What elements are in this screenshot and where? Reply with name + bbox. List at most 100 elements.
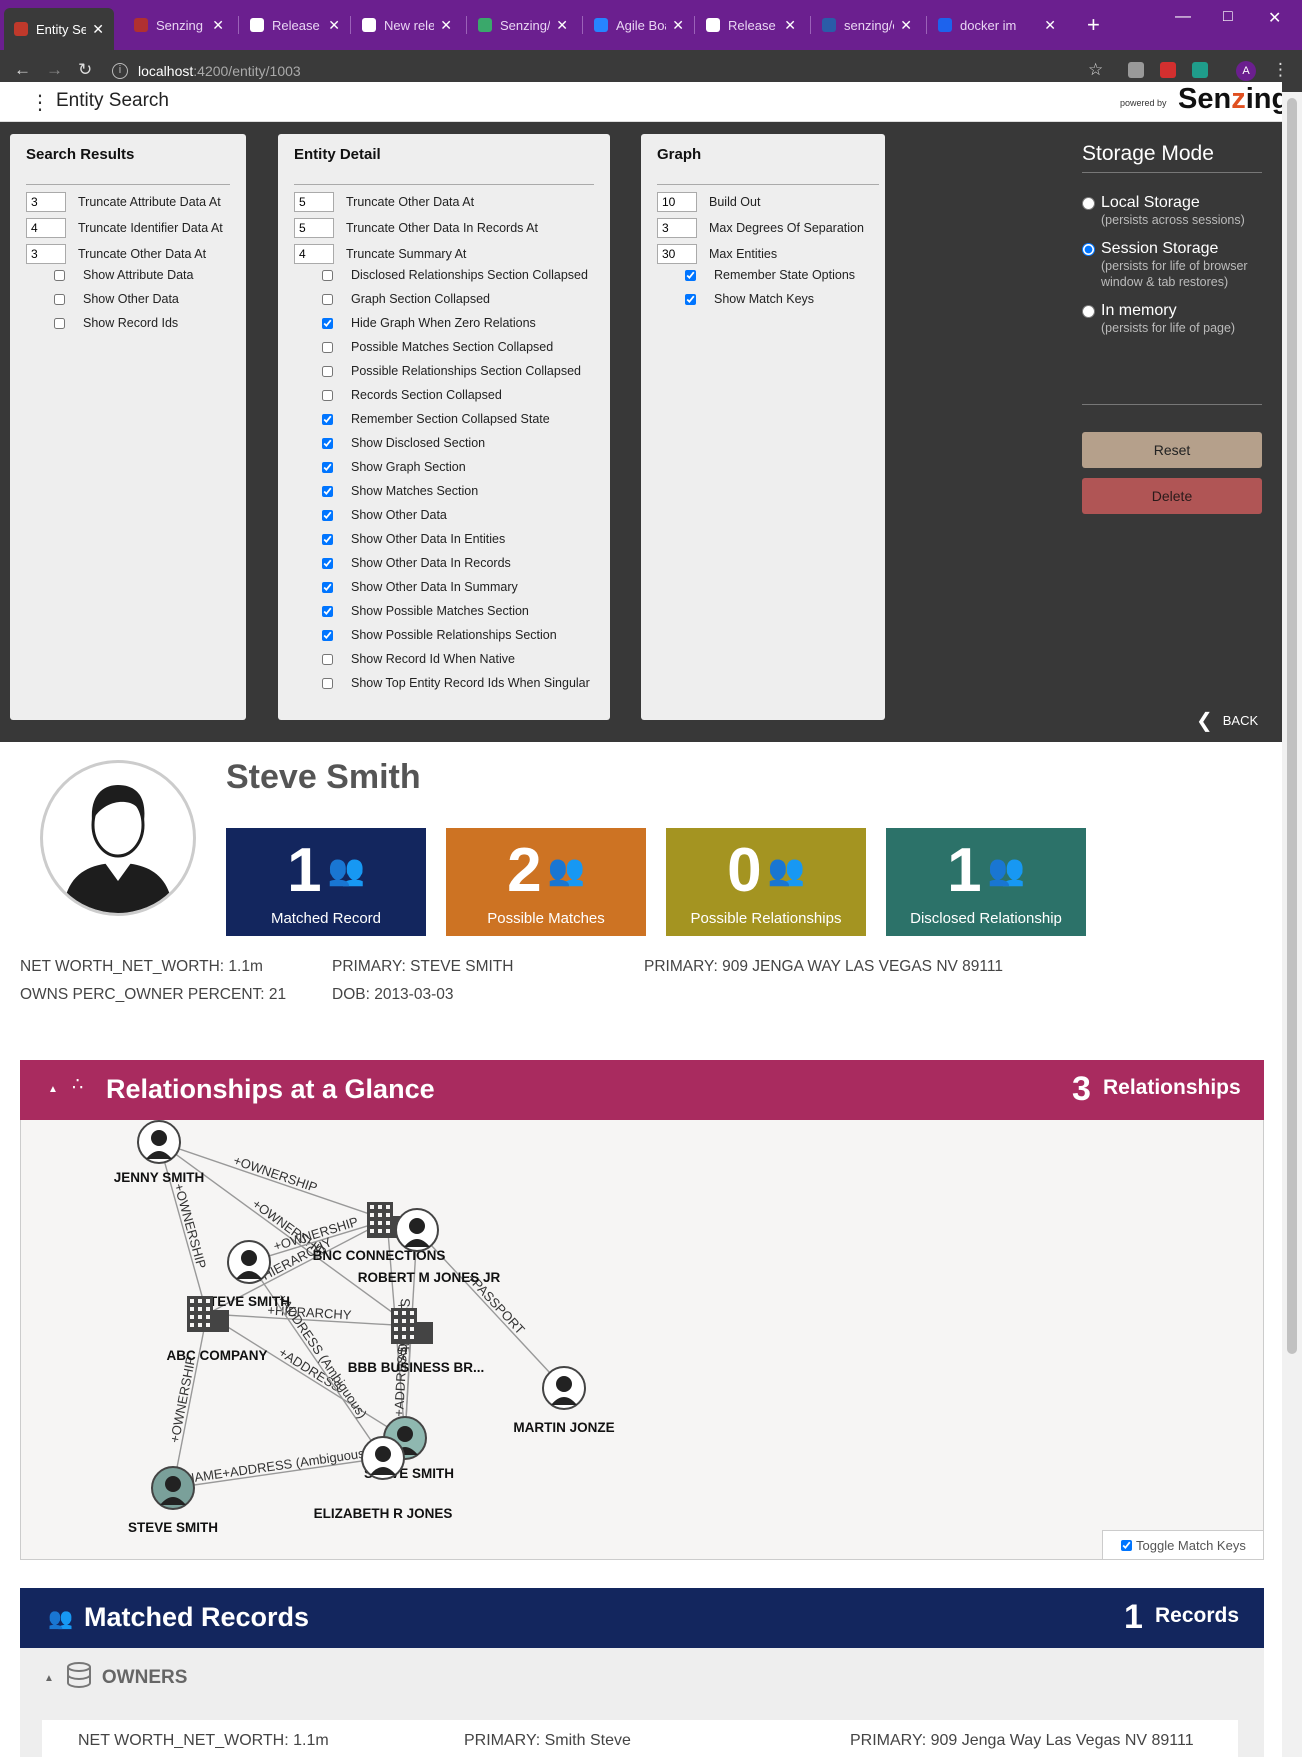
checkbox-setting[interactable]: Show Other Data In Entities: [322, 532, 505, 546]
toggle-match-keys[interactable]: Toggle Match Keys: [1102, 1530, 1264, 1560]
tab-close-icon[interactable]: ✕: [92, 21, 104, 38]
tab-close-icon[interactable]: ✕: [556, 17, 568, 34]
maximize-icon[interactable]: □: [1223, 8, 1233, 26]
browser-tab[interactable]: senzing/e ✕: [812, 8, 922, 42]
checkbox[interactable]: [322, 413, 333, 425]
checkbox-setting[interactable]: Show Disclosed Section: [322, 436, 485, 450]
tab-close-icon[interactable]: ✕: [900, 17, 912, 34]
checkbox-setting[interactable]: Possible Matches Section Collapsed: [322, 340, 553, 354]
checkbox-setting[interactable]: Disclosed Relationships Section Collapse…: [322, 268, 588, 282]
checkbox-setting[interactable]: Show Other Data In Summary: [322, 580, 518, 594]
checkbox[interactable]: [322, 389, 333, 401]
tab-close-icon[interactable]: ✕: [1044, 17, 1056, 34]
minimize-icon[interactable]: —: [1175, 8, 1191, 26]
browser-tab[interactable]: Senzing S ✕: [124, 8, 234, 42]
site-info-icon[interactable]: i: [112, 63, 128, 79]
graph-node[interactable]: BBB BUSINESS BR...: [348, 1308, 485, 1375]
checkbox-setting[interactable]: Show Record Id When Native: [322, 652, 515, 666]
radio-session-storage-input[interactable]: [1082, 243, 1095, 256]
checkbox[interactable]: [322, 485, 333, 497]
toggle-match-keys-checkbox[interactable]: [1121, 1539, 1132, 1551]
reset-button[interactable]: Reset: [1082, 432, 1262, 468]
new-tab-button[interactable]: +: [1087, 12, 1100, 38]
radio-local-storage-input[interactable]: [1082, 197, 1095, 210]
relationship-graph[interactable]: +OWNERSHIP +OWNERSHIP +OWNERSHIP +OWNERSHIP…: [20, 1120, 1264, 1560]
checkbox-setting[interactable]: Show Possible Matches Section: [322, 604, 529, 618]
radio-in-memory-input[interactable]: [1082, 305, 1095, 318]
profile-avatar[interactable]: A: [1236, 61, 1256, 81]
checkbox-setting[interactable]: Show Possible Relationships Section: [322, 628, 557, 642]
reload-icon[interactable]: ↻: [78, 60, 92, 80]
record-card[interactable]: NET WORTH_NET_WORTH: 1.1m PRIMARY: Smith…: [42, 1720, 1238, 1757]
checkbox[interactable]: [322, 461, 333, 473]
browser-tab[interactable]: Entity Sear ✕: [4, 8, 114, 50]
radio-session-storage[interactable]: Session Storage (persists for life of bro…: [1082, 240, 1271, 290]
delete-button[interactable]: Delete: [1082, 478, 1262, 514]
checkbox[interactable]: [322, 293, 333, 305]
checkbox[interactable]: [322, 629, 333, 641]
page-scrollbar[interactable]: [1282, 92, 1302, 1757]
checkbox-setting[interactable]: Show Record Ids: [54, 316, 178, 330]
forward-arrow-icon[interactable]: →: [46, 60, 63, 80]
number-input[interactable]: [294, 192, 334, 212]
tab-close-icon[interactable]: ✕: [672, 17, 684, 34]
senzing-extension-icon[interactable]: [1192, 62, 1208, 78]
tab-close-icon[interactable]: ✕: [328, 17, 340, 34]
app-menu-icon[interactable]: ⋮: [30, 90, 50, 115]
scrollbar-thumb[interactable]: [1287, 98, 1297, 1354]
collapse-caret-icon[interactable]: ▲: [44, 1673, 54, 1684]
checkbox[interactable]: [54, 317, 65, 329]
matched-record-tile[interactable]: 1 👥 Matched Record: [226, 828, 426, 936]
browser-menu-icon[interactable]: ⋮: [1272, 60, 1289, 80]
possible-matches-tile[interactable]: 2 👥 Possible Matches: [446, 828, 646, 936]
checkbox[interactable]: [322, 269, 333, 281]
number-input[interactable]: [26, 218, 66, 238]
browser-tab[interactable]: docker im ✕: [928, 8, 1066, 42]
browser-tab[interactable]: Release 1. ✕: [696, 8, 806, 42]
extension-icon[interactable]: [1128, 62, 1144, 78]
checkbox[interactable]: [322, 581, 333, 593]
checkbox-setting[interactable]: Records Section Collapsed: [322, 388, 502, 402]
checkbox-setting[interactable]: Show Attribute Data: [54, 268, 193, 282]
checkbox[interactable]: [322, 605, 333, 617]
lastpass-icon[interactable]: [1160, 62, 1176, 78]
checkbox[interactable]: [322, 365, 333, 377]
checkbox-setting[interactable]: Show Top Entity Record Ids When Singular: [322, 676, 590, 690]
radio-in-memory[interactable]: In memory (persists for life of page): [1082, 302, 1235, 336]
checkbox-setting[interactable]: Graph Section Collapsed: [322, 292, 490, 306]
number-input[interactable]: [657, 192, 697, 212]
checkbox-setting[interactable]: Show Matches Section: [322, 484, 478, 498]
checkbox[interactable]: [322, 317, 333, 329]
number-input[interactable]: [294, 218, 334, 238]
checkbox[interactable]: [685, 293, 696, 305]
browser-tab[interactable]: Release 0. ✕: [240, 8, 350, 42]
browser-tab[interactable]: Agile Boar ✕: [584, 8, 694, 42]
checkbox-setting[interactable]: Show Graph Section: [322, 460, 466, 474]
browser-tab[interactable]: New relea ✕: [352, 8, 462, 42]
back-button[interactable]: ❮ BACK: [1196, 708, 1258, 733]
number-input[interactable]: [26, 192, 66, 212]
checkbox[interactable]: [322, 509, 333, 521]
checkbox-setting[interactable]: Possible Relationships Section Collapsed: [322, 364, 581, 378]
number-input[interactable]: [657, 244, 697, 264]
tab-close-icon[interactable]: ✕: [784, 17, 796, 34]
number-input[interactable]: [657, 218, 697, 238]
checkbox[interactable]: [322, 533, 333, 545]
tab-close-icon[interactable]: ✕: [440, 17, 452, 34]
checkbox[interactable]: [322, 677, 333, 689]
checkbox-setting[interactable]: Show Other Data: [322, 508, 447, 522]
checkbox[interactable]: [322, 653, 333, 665]
possible-relationships-tile[interactable]: 0 👥 Possible Relationships: [666, 828, 866, 936]
checkbox[interactable]: [685, 269, 696, 281]
address-bar[interactable]: i localhost:4200/entity/1003: [112, 57, 1082, 85]
checkbox-setting[interactable]: Show Match Keys: [685, 292, 814, 306]
checkbox-setting[interactable]: Show Other Data: [54, 292, 179, 306]
number-input[interactable]: [294, 244, 334, 264]
checkbox-setting[interactable]: Show Other Data In Records: [322, 556, 511, 570]
tab-close-icon[interactable]: ✕: [212, 17, 224, 34]
data-source-owners[interactable]: ▲ OWNERS: [44, 1662, 187, 1694]
collapse-caret-icon[interactable]: ▲: [48, 1084, 58, 1095]
checkbox[interactable]: [54, 293, 65, 305]
checkbox-setting[interactable]: Remember State Options: [685, 268, 855, 282]
checkbox[interactable]: [54, 269, 65, 281]
